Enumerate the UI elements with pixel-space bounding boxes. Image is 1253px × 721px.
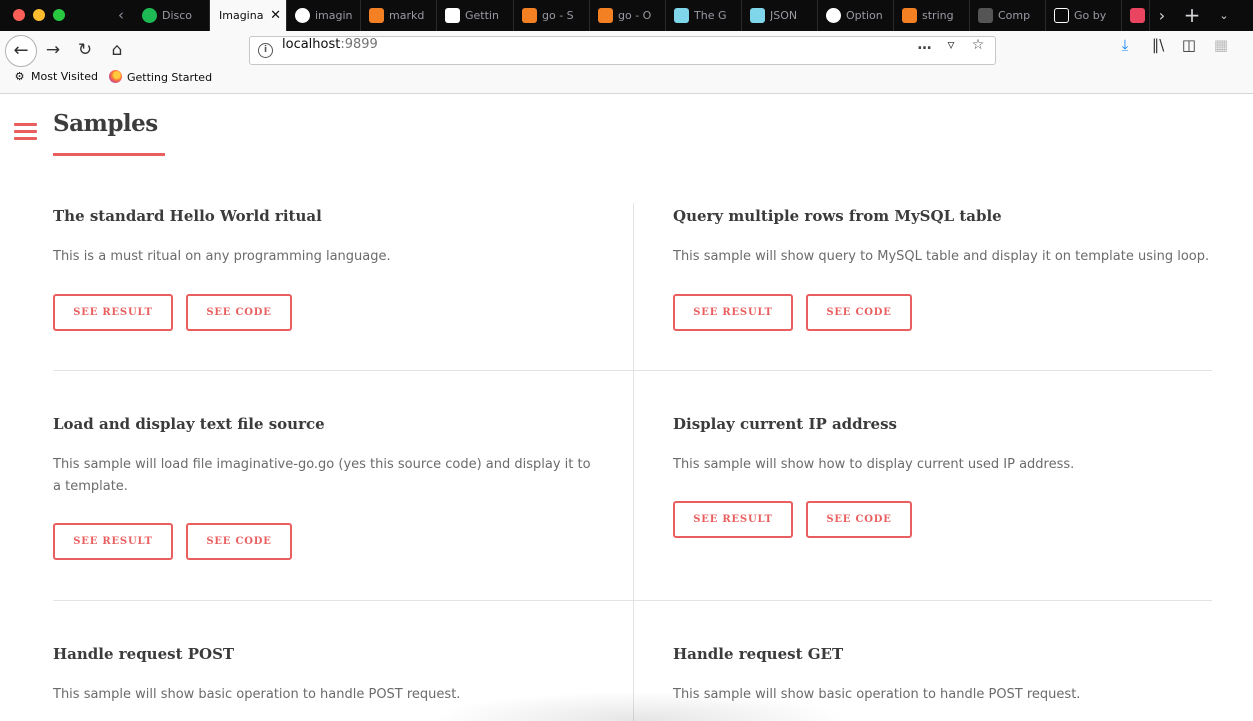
downloads-icon[interactable]: ⤓ xyxy=(1112,36,1138,64)
navigation-toolbar: ← → ↻ ⌂ i localhost:9899 … ▿ ☆ ⤓ ∥\ ◫ ▦ xyxy=(0,31,1253,70)
bookmark-star-icon[interactable]: ☆ xyxy=(966,37,990,64)
close-tab-icon[interactable]: ✕ xyxy=(270,0,281,31)
page-title: Samples xyxy=(53,110,158,137)
page-actions-icon[interactable]: … xyxy=(913,37,937,64)
extension-icon[interactable]: ▦ xyxy=(1208,36,1234,64)
see-result-button[interactable]: SEE RESULT xyxy=(673,501,793,538)
gopher-icon xyxy=(750,8,765,23)
stackoverflow-icon xyxy=(369,8,384,23)
app-icon xyxy=(1130,8,1145,23)
scroll-tabs-right-icon[interactable]: › xyxy=(1150,0,1174,31)
firefox-icon xyxy=(109,70,122,83)
see-code-button[interactable]: SEE CODE xyxy=(186,523,292,560)
tab-gopher[interactable]: JSON xyxy=(742,0,818,31)
stackoverflow-icon xyxy=(902,8,917,23)
see-result-button[interactable]: SEE RESULT xyxy=(53,523,173,560)
sample-description: This sample will show how to display cur… xyxy=(673,457,1075,472)
back-button[interactable]: ← xyxy=(5,35,37,67)
sample-title: Display current IP address xyxy=(673,415,897,433)
menu-icon[interactable] xyxy=(14,123,37,140)
tab-go-by-example[interactable]: Go by xyxy=(1046,0,1122,31)
github-icon xyxy=(826,8,841,23)
tab-gopher[interactable]: The G xyxy=(666,0,742,31)
sample-description: This sample will load file imaginative-g… xyxy=(53,457,591,494)
tab-stackoverflow[interactable]: go - S xyxy=(514,0,590,31)
row-divider xyxy=(53,600,1212,601)
page-icon xyxy=(978,8,993,23)
address-bar[interactable]: i localhost:9899 … ▿ ☆ xyxy=(249,36,996,65)
tab-imaginative-active[interactable]: Imaginative ✕ xyxy=(210,0,287,31)
column-divider xyxy=(633,203,634,721)
bookmark-most-visited[interactable]: ⚙ Most Visited xyxy=(12,70,98,92)
forward-button[interactable]: → xyxy=(40,36,66,64)
reload-button[interactable]: ↻ xyxy=(72,36,98,64)
sample-title: Query multiple rows from MySQL table xyxy=(673,207,1002,225)
tab-strip: ‹ Disco Imaginative ✕ imagin markd Getti… xyxy=(0,0,1253,31)
scroll-shadow xyxy=(430,691,850,721)
url-text[interactable]: localhost:9899 xyxy=(282,37,378,52)
bookmark-getting-started[interactable]: Getting Started xyxy=(109,70,212,92)
sample-title: The standard Hello World ritual xyxy=(53,207,322,225)
minimize-window-button[interactable] xyxy=(33,9,45,21)
stackoverflow-icon xyxy=(522,8,537,23)
library-icon[interactable]: ∥\ xyxy=(1145,36,1171,64)
gopher-icon xyxy=(674,8,689,23)
medium-icon xyxy=(445,8,460,23)
gear-icon: ⚙ xyxy=(14,70,25,83)
tab-page[interactable]: Comp xyxy=(970,0,1046,31)
tab-github[interactable]: Option xyxy=(818,0,894,31)
list-all-tabs-icon[interactable]: ⌄ xyxy=(1212,0,1236,31)
see-result-button[interactable]: SEE RESULT xyxy=(53,294,173,331)
tab-app[interactable] xyxy=(1122,0,1150,31)
see-code-button[interactable]: SEE CODE xyxy=(806,501,912,538)
pocket-icon[interactable]: ▿ xyxy=(939,37,963,64)
sample-title: Handle request GET xyxy=(673,645,844,663)
bookmarks-toolbar: ⚙ Most Visited Getting Started xyxy=(0,70,1253,94)
tab-github[interactable]: imagin xyxy=(287,0,361,31)
tab-medium[interactable]: Gettin xyxy=(437,0,514,31)
github-icon xyxy=(295,8,310,23)
sample-title: Handle request POST xyxy=(53,645,235,663)
sample-description: This sample will show query to MySQL tab… xyxy=(673,249,1210,264)
sample-description: This is a must ritual on any programming… xyxy=(53,249,391,264)
see-code-button[interactable]: SEE CODE xyxy=(806,294,912,331)
new-tab-icon[interactable]: + xyxy=(1180,0,1204,31)
spotify-icon xyxy=(142,8,157,23)
close-window-button[interactable] xyxy=(13,9,25,21)
page-content: Samples The standard Hello World ritual … xyxy=(0,95,1253,721)
tab-spotify[interactable]: Disco xyxy=(134,0,210,31)
row-divider xyxy=(53,370,1212,371)
tab-stackoverflow[interactable]: markd xyxy=(361,0,437,31)
sample-title: Load and display text file source xyxy=(53,415,325,433)
see-code-button[interactable]: SEE CODE xyxy=(186,294,292,331)
zoom-window-button[interactable] xyxy=(53,9,65,21)
stackoverflow-icon xyxy=(598,8,613,23)
sidebar-icon[interactable]: ◫ xyxy=(1176,36,1202,64)
see-result-button[interactable]: SEE RESULT xyxy=(673,294,793,331)
title-underline xyxy=(53,153,165,156)
braces-icon xyxy=(1054,8,1069,23)
tab-stackoverflow[interactable]: string xyxy=(894,0,970,31)
site-info-icon[interactable]: i xyxy=(258,43,273,58)
home-button[interactable]: ⌂ xyxy=(104,36,130,64)
tab-stackoverflow[interactable]: go - O xyxy=(590,0,666,31)
scroll-tabs-left-icon[interactable]: ‹ xyxy=(108,0,134,31)
